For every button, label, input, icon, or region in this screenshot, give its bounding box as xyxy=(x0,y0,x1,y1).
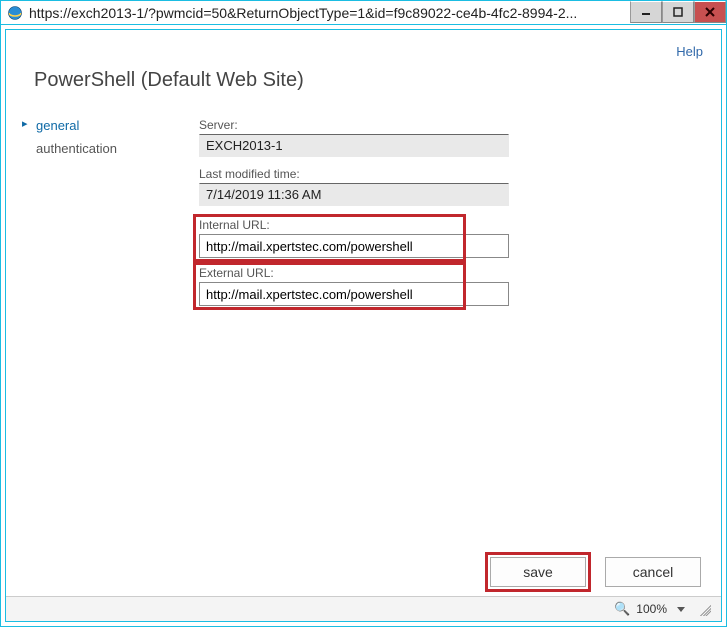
minimize-button[interactable] xyxy=(630,1,662,23)
zoom-dropdown-icon[interactable] xyxy=(677,607,685,612)
modified-label: Last modified time: xyxy=(199,167,681,181)
window-controls xyxy=(630,1,726,24)
cancel-button[interactable]: cancel xyxy=(605,557,701,587)
external-url-block: External URL: xyxy=(199,266,509,306)
external-url-input[interactable] xyxy=(199,282,509,306)
modified-value: 7/14/2019 11:36 AM xyxy=(199,183,509,206)
help-link[interactable]: Help xyxy=(676,44,703,59)
internal-url-label: Internal URL: xyxy=(199,218,509,232)
titlebar: https://exch2013-1/?pwmcid=50&ReturnObje… xyxy=(1,1,726,25)
sidebar-item-authentication[interactable]: authentication xyxy=(24,137,199,160)
zoom-level: 100% xyxy=(636,602,667,616)
help-bar: Help xyxy=(6,30,721,59)
save-button[interactable]: save xyxy=(490,557,586,587)
highlight-frame-icon: save xyxy=(485,552,591,592)
close-button[interactable] xyxy=(694,1,726,23)
maximize-button[interactable] xyxy=(662,1,694,23)
internal-url-block: Internal URL: xyxy=(199,218,509,258)
sidebar-item-general[interactable]: general xyxy=(24,114,199,137)
internal-url-input[interactable] xyxy=(199,234,509,258)
ie-icon xyxy=(5,3,25,23)
server-value: EXCH2013-1 xyxy=(199,134,509,157)
address-url: https://exch2013-1/?pwmcid=50&ReturnObje… xyxy=(29,5,630,21)
footer: save cancel xyxy=(6,548,721,596)
resize-grip-icon[interactable] xyxy=(697,602,711,616)
sidebar: general authentication xyxy=(24,110,199,548)
status-bar: 🔍 100% xyxy=(6,596,721,621)
server-label: Server: xyxy=(199,118,681,132)
client-area: Help PowerShell (Default Web Site) gener… xyxy=(5,29,722,622)
app-window: https://exch2013-1/?pwmcid=50&ReturnObje… xyxy=(0,0,727,627)
form-area: Server: EXCH2013-1 Last modified time: 7… xyxy=(199,110,721,548)
external-url-label: External URL: xyxy=(199,266,509,280)
page-title: PowerShell (Default Web Site) xyxy=(6,59,721,110)
zoom-icon[interactable]: 🔍 xyxy=(614,601,630,617)
